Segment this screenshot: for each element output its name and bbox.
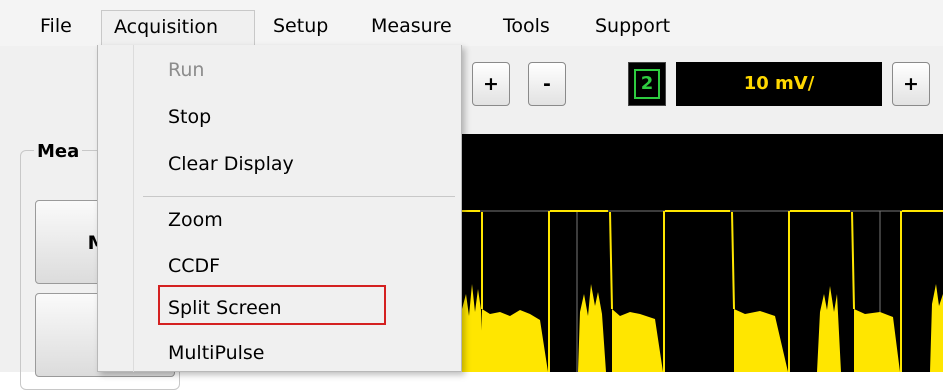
- timebase-plus-button[interactable]: +: [472, 62, 510, 106]
- channel-number: 2: [634, 69, 660, 99]
- menu-item-zoom[interactable]: Zoom: [168, 200, 223, 240]
- menu-support[interactable]: Support: [595, 10, 670, 46]
- scale-plus-button[interactable]: +: [892, 62, 930, 106]
- channel-selector[interactable]: 2: [628, 62, 666, 106]
- menu-gutter-divider: [133, 45, 134, 372]
- menu-file[interactable]: File: [40, 10, 72, 46]
- vertical-scale-display: 10 mV/: [676, 62, 882, 106]
- menu-item-run[interactable]: Run: [168, 50, 204, 90]
- split-screen-highlight-box: [158, 285, 386, 325]
- timebase-minus-button[interactable]: -: [528, 62, 566, 106]
- menu-acquisition[interactable]: Acquisition: [101, 10, 255, 46]
- measure-group-title: Mea: [34, 141, 83, 162]
- menu-separator: [143, 196, 455, 197]
- menu-item-clear-display[interactable]: Clear Display: [168, 144, 294, 184]
- menu-tools[interactable]: Tools: [503, 10, 550, 46]
- menu-measure[interactable]: Measure: [371, 10, 452, 46]
- menu-setup[interactable]: Setup: [273, 10, 328, 46]
- menu-bar: File Acquisition Setup Measure Tools Sup…: [0, 0, 943, 46]
- menu-item-ccdf[interactable]: CCDF: [168, 246, 220, 286]
- menu-item-stop[interactable]: Stop: [168, 97, 211, 137]
- menu-item-multipulse[interactable]: MultiPulse: [168, 333, 264, 373]
- trace-bursts: [460, 284, 943, 372]
